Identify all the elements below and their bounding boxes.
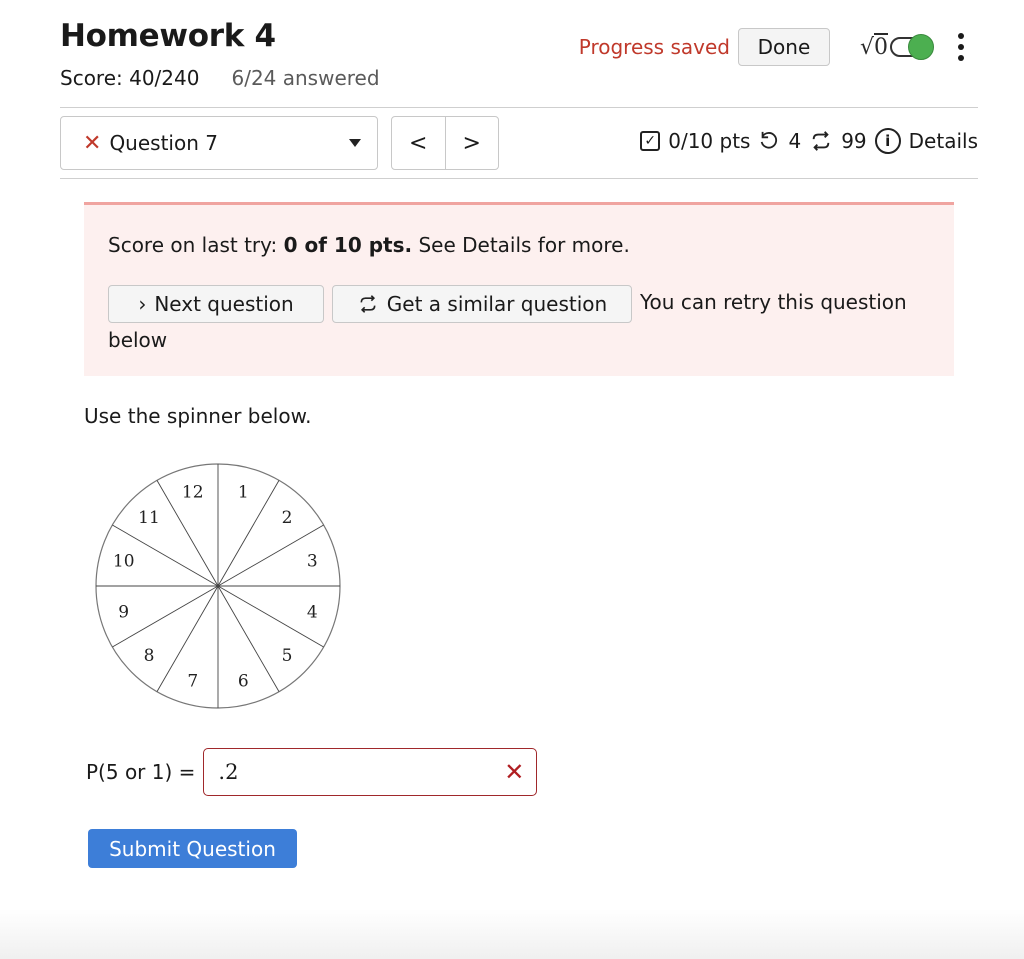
last-try-message: Score on last try: 0 of 10 pts. See Deta… [108,233,630,257]
spinner-number: 1 [238,483,249,503]
spinner-number: 6 [238,671,249,691]
score-bold: 0 of 10 pts. [283,233,413,257]
spinner-number: 8 [144,646,155,666]
prev-question-button[interactable]: < [392,117,446,169]
answer-row: P(5 or 1) = .2 ✕ [86,748,538,796]
score-suffix: See Details for more. [412,233,630,257]
similar-question-button[interactable]: Get a similar question [332,285,632,323]
info-icon[interactable]: i [874,128,901,154]
similar-question-label: Get a similar question [386,291,608,316]
caret-down-icon [349,139,361,147]
sqrt-symbol: √ [859,34,874,60]
last-try-alert: Score on last try: 0 of 10 pts. See Deta… [84,202,954,376]
similar-count: 99 [841,129,867,153]
spinner-diagram: 123456789101112 [95,463,341,709]
next-question-button[interactable]: › Next question [108,285,324,323]
chevron-right-icon: › [138,291,147,316]
question-select[interactable]: ✕ Question 7 [60,116,378,170]
details-link[interactable]: Details [909,129,978,153]
question-pager: < > [391,116,499,170]
spinner-number: 3 [307,552,318,572]
x-icon: ✕ [83,130,102,156]
question-select-label: Question 7 [109,131,218,155]
spinner-number: 11 [138,508,160,528]
header-actions: Progress saved Done √0 [579,28,964,66]
answered-count: 6/24 answered [231,66,380,90]
next-question-arrow-button[interactable]: > [446,117,499,169]
retries-count: 4 [788,129,802,153]
checkbox-icon: ✓ [640,131,661,151]
nav-divider [60,178,978,179]
retry-icon [761,131,778,149]
answer-value: .2 [218,760,239,784]
incorrect-x-icon: ✕ [504,758,525,786]
header-divider [60,107,978,108]
points-text: 0/10 pts [668,129,751,153]
answer-input[interactable]: .2 ✕ [203,748,538,796]
sqrt-icon: √0 [860,35,888,60]
question-meta: ✓ 0/10 pts 4 99 i Details [640,128,978,154]
submit-question-button[interactable]: Submit Question [88,829,297,868]
toggle-switch[interactable] [890,34,934,60]
bottom-fade [0,909,1024,959]
progress-saved-status: Progress saved [578,35,730,59]
spinner-number: 10 [113,552,135,572]
repeat-icon [360,295,376,313]
more-options-icon[interactable] [958,33,964,61]
spinner-number: 12 [182,483,204,503]
spinner-number: 7 [187,671,198,691]
sqrt-zero: 0 [874,34,888,60]
score-line: Score: 40/240 6/24 answered [60,66,380,90]
alert-actions: › Next question Get a similar question You … [108,285,938,358]
answer-label: P(5 or 1) = [86,760,196,784]
score-prefix: Score on last try: [108,233,284,257]
spinner-number: 5 [282,646,293,666]
homework-title: Homework 4 [60,18,276,54]
repeat-icon [812,131,830,151]
score-text: Score: 40/240 [60,66,200,90]
spinner-number: 4 [307,602,318,622]
spinner-number: 2 [282,508,293,528]
question-prompt: Use the spinner below. [84,404,312,428]
done-button[interactable]: Done [737,28,830,66]
next-question-label: Next question [154,291,294,316]
math-input-toggle[interactable]: √0 [860,34,934,60]
spinner-number: 9 [118,602,129,622]
toggle-knob [908,34,934,60]
